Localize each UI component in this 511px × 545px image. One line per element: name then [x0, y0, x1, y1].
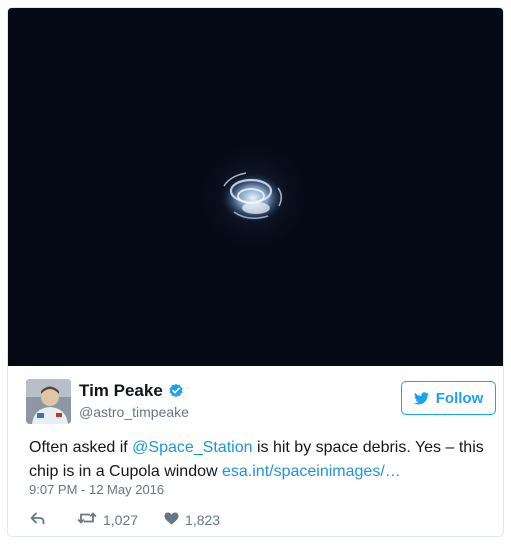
tweet-text-start: Often asked if — [29, 439, 133, 456]
like-button[interactable]: 1,823 — [164, 512, 220, 528]
author-name-row[interactable]: Tim Peake — [79, 381, 189, 401]
author-handle[interactable]: @astro_timpeake — [79, 403, 189, 421]
retweet-button[interactable]: 1,027 — [77, 511, 138, 528]
tweet-card: Tim Peake @astro_timpeake Follow Often a… — [7, 7, 504, 537]
tweet-timestamp[interactable]: 9:07 PM - 12 May 2016 — [29, 482, 164, 497]
bird-icon — [413, 391, 429, 405]
tweet-text: Often asked if @Space_Station is hit by … — [29, 436, 489, 484]
reply-button[interactable] — [30, 512, 51, 528]
tweet-photo[interactable] — [8, 8, 503, 366]
display-name[interactable]: Tim Peake — [79, 381, 163, 401]
author-names: Tim Peake @astro_timpeake — [79, 381, 189, 421]
tweet-header: Tim Peake @astro_timpeake Follow — [26, 379, 496, 427]
tweet-actions: 1,027 1,823 — [30, 511, 246, 528]
mention-link[interactable]: @Space_Station — [132, 439, 252, 456]
retweet-icon — [77, 511, 103, 528]
verified-badge-icon — [168, 383, 184, 399]
reply-icon — [30, 512, 51, 528]
heart-icon — [164, 512, 185, 528]
follow-button[interactable]: Follow — [401, 381, 496, 415]
avatar[interactable] — [26, 379, 71, 424]
like-count: 1,823 — [185, 511, 221, 528]
url-link[interactable]: esa.int/spaceinimages/… — [222, 463, 401, 480]
follow-label: Follow — [435, 389, 484, 407]
retweet-count: 1,027 — [103, 511, 139, 528]
window-chip-image — [8, 8, 503, 366]
avatar-image — [26, 379, 71, 424]
